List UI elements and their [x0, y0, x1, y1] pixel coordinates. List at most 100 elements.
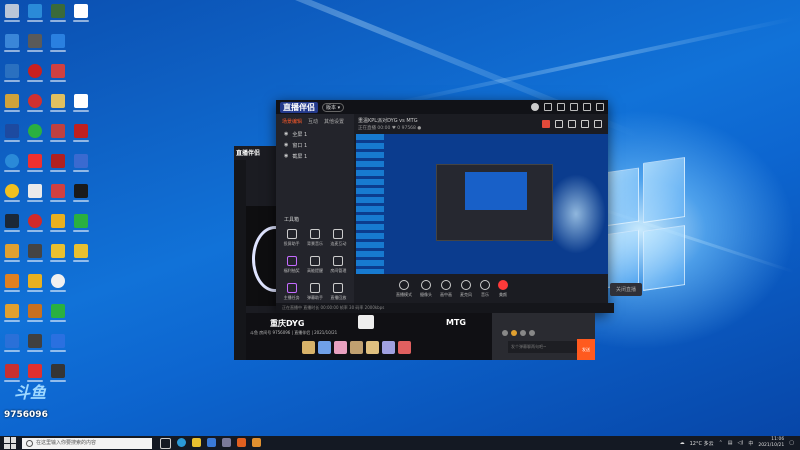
desktop-icon[interactable] — [70, 94, 92, 120]
tool-item[interactable]: 连麦互动 — [327, 229, 350, 247]
desktop-icon[interactable] — [47, 334, 69, 360]
tool-item[interactable]: 主播任务 — [280, 283, 303, 301]
tool-item[interactable]: 直播回放 — [327, 283, 350, 301]
desktop-icon[interactable] — [1, 274, 23, 300]
desktop-icon[interactable] — [47, 94, 69, 120]
gift-item[interactable] — [318, 341, 331, 354]
network-icon[interactable]: ▤ — [728, 440, 733, 446]
desktop-icon[interactable] — [24, 244, 46, 270]
gift-item[interactable] — [366, 341, 379, 354]
tool-item[interactable]: 背景音乐 — [303, 229, 326, 247]
desktop-icon[interactable] — [24, 334, 46, 360]
desktop-icon[interactable] — [1, 34, 23, 60]
tool-item[interactable]: 福利抽奖 — [280, 256, 303, 274]
scene-item[interactable]: ◉ 窗口 1 — [276, 140, 354, 151]
store-icon[interactable] — [207, 437, 216, 447]
desktop-icon[interactable] — [70, 184, 92, 210]
desktop-icon[interactable] — [24, 304, 46, 330]
tool-item[interactable]: 弹幕助手 — [303, 283, 326, 301]
bell-icon[interactable] — [581, 120, 589, 128]
tool-item[interactable]: 投屏助手 — [280, 229, 303, 247]
streaming-app-window[interactable]: 直播伴侣 版本 ▾ 场景编辑 互动 其他设置 ◉ 全屏 1 ◉ 窗口 1 ◉ 截屏 1… — [276, 100, 642, 313]
settings-icon[interactable] — [557, 103, 565, 111]
streaming-app-taskbar-icon[interactable] — [237, 437, 246, 447]
desktop-icon[interactable] — [24, 4, 46, 30]
desktop-icon[interactable] — [1, 184, 23, 210]
desktop-icon[interactable] — [1, 154, 23, 180]
eye-icon[interactable]: ◉ — [284, 142, 288, 149]
desktop-icon[interactable] — [24, 64, 46, 90]
gift-icon[interactable] — [542, 120, 550, 128]
desktop-icon[interactable] — [70, 244, 92, 270]
desktop-icon[interactable] — [1, 244, 23, 270]
tool-item[interactable]: 高能提醒 — [303, 256, 326, 274]
edge-icon[interactable] — [177, 437, 186, 447]
desktop-icon[interactable] — [1, 334, 23, 360]
tab-interact[interactable]: 互动 — [308, 118, 318, 125]
desktop-icon[interactable] — [70, 4, 92, 30]
clock[interactable]: 11:06 2021/10/21 — [758, 437, 784, 449]
minimize-icon[interactable] — [570, 103, 578, 111]
desktop-icon[interactable] — [1, 304, 23, 330]
mic-button[interactable]: 麦克风 — [460, 280, 472, 298]
desktop-icon[interactable] — [47, 244, 69, 270]
taskbar-search-input[interactable]: 在这里输入你要搜索的内容 — [22, 437, 152, 449]
desktop-icon[interactable] — [47, 64, 69, 90]
desktop-icon[interactable] — [24, 154, 46, 180]
scene-item[interactable]: ◉ 截屏 1 — [276, 151, 354, 162]
desktop-icon[interactable] — [47, 304, 69, 330]
file-explorer-icon[interactable] — [192, 437, 201, 447]
input-method-icon[interactable]: 中 — [748, 440, 753, 447]
pip-button[interactable]: 画中画 — [440, 280, 452, 298]
desktop-icon[interactable] — [47, 274, 69, 300]
weather-text[interactable]: 12°C 多云 — [690, 440, 714, 447]
weather-icon[interactable]: ☁ — [680, 440, 685, 446]
tab-scene[interactable]: 场景编辑 — [282, 118, 302, 125]
desktop-icon[interactable] — [70, 124, 92, 150]
close-icon[interactable] — [596, 103, 604, 111]
desktop-icon[interactable] — [1, 94, 23, 120]
desktop-icon[interactable] — [24, 274, 46, 300]
gift-item[interactable] — [334, 341, 347, 354]
desktop-icon[interactable] — [1, 64, 23, 90]
chevron-up-icon[interactable]: ⌃ — [719, 440, 723, 446]
volume-icon[interactable]: ◁) — [738, 440, 744, 446]
desktop-icon[interactable] — [70, 154, 92, 180]
avatar[interactable] — [531, 103, 539, 111]
desktop-icon[interactable] — [24, 124, 46, 150]
desktop-icon[interactable] — [47, 214, 69, 240]
desktop-icon[interactable] — [47, 154, 69, 180]
gift-item[interactable] — [302, 341, 315, 354]
stop-live-button[interactable]: 关闭直播 — [609, 282, 642, 296]
desktop-icon[interactable] — [1, 214, 23, 240]
version-dropdown[interactable]: 版本 ▾ — [322, 102, 345, 112]
menu-icon[interactable] — [544, 103, 552, 111]
eye-icon[interactable]: ◉ — [284, 131, 288, 138]
task-view-icon[interactable] — [160, 437, 171, 449]
desktop-icon[interactable] — [70, 214, 92, 240]
beauty-button[interactable]: 美颜 — [498, 280, 508, 298]
desktop-icon[interactable] — [24, 94, 46, 120]
camera-button[interactable]: 摄像头 — [420, 280, 432, 298]
scene-item[interactable]: ◉ 全屏 1 — [276, 129, 354, 140]
share-icon[interactable] — [555, 120, 563, 128]
windows-start-icon[interactable] — [4, 437, 16, 449]
music-button[interactable]: 音乐 — [480, 280, 490, 298]
desktop-icon[interactable] — [24, 214, 46, 240]
gift-item[interactable] — [398, 341, 411, 354]
desktop-icon[interactable] — [47, 124, 69, 150]
eye-icon[interactable]: ◉ — [284, 153, 288, 160]
desktop-icon[interactable] — [1, 124, 23, 150]
tool-item[interactable]: 房间管理 — [327, 256, 350, 274]
desktop-icon[interactable] — [47, 34, 69, 60]
gift-item[interactable] — [382, 341, 395, 354]
stream-title[interactable]: 重温KPL派对DYG vs MTG — [358, 117, 418, 124]
stream-preview[interactable] — [356, 134, 608, 274]
notification-icon[interactable]: ▢ — [789, 440, 794, 446]
chat-input[interactable]: 发个弹幕聊两句吧~ — [508, 341, 577, 353]
desktop-icon[interactable] — [47, 4, 69, 30]
lock-icon[interactable] — [568, 120, 576, 128]
mail-icon[interactable] — [222, 437, 231, 447]
more-icon[interactable] — [594, 120, 602, 128]
desktop-icon[interactable] — [24, 34, 46, 60]
